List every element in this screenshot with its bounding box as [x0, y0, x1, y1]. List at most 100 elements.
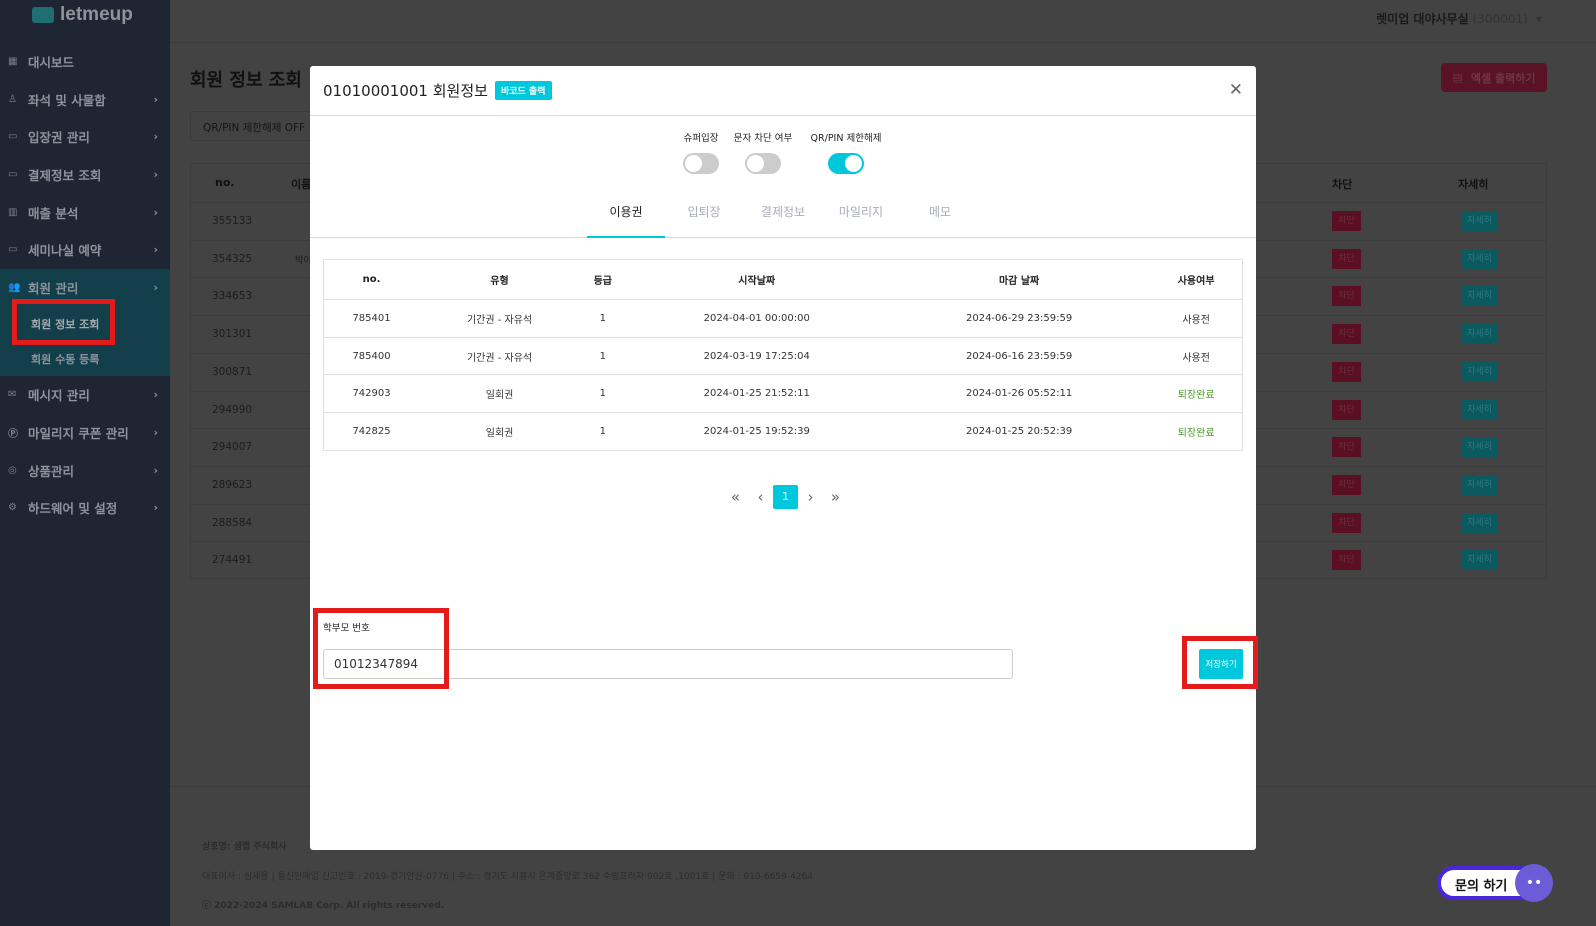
ticket-table: no. 유형 등급 시작날짜 마감 날짜 사용여부 785401 기간권 - 자유석 1 202… [323, 259, 1243, 451]
detail-button[interactable]: 자세히 [1461, 361, 1498, 382]
sidebar-item[interactable]: ✉ 메시지 관리 › [0, 376, 170, 414]
seat-icon: ♙ [8, 93, 17, 105]
block-button[interactable]: 차단 [1332, 437, 1361, 458]
account-name: 렛미업 대야사무실 [1376, 12, 1469, 26]
sidebar-item[interactable]: ▭ 입장권 관리 › [0, 118, 170, 156]
sidebar-item-label: 메시지 관리 [28, 388, 90, 404]
block-button[interactable]: 차단 [1332, 286, 1361, 307]
cell: 2024-01-25 20:52:39 [887, 412, 1151, 451]
tab-mileage[interactable]: 마일리지 [822, 194, 900, 238]
close-icon[interactable]: ✕ [1229, 80, 1243, 100]
detail-button[interactable]: 자세히 [1461, 474, 1498, 495]
sidebar-item[interactable]: ♙ 좌석 및 사물함 › [0, 81, 170, 119]
excel-export-button[interactable]: ▤ 엑셀 출력하기 [1441, 63, 1547, 92]
submenu-item[interactable]: 회원 수동 등록 [0, 341, 170, 376]
grid-icon: ▦ [8, 56, 18, 68]
row-no: 354325 [212, 252, 253, 265]
first-page-icon[interactable]: « [723, 488, 748, 506]
cell: 사용전 [1150, 336, 1243, 375]
tab-tickets[interactable]: 이용권 [587, 194, 665, 238]
cell: 기간권 - 자유석 [419, 336, 581, 375]
account-code: (300001) [1472, 12, 1528, 26]
sidebar-item-label: 좌석 및 사물함 [28, 92, 106, 108]
block-button[interactable]: 차단 [1332, 211, 1361, 231]
row-no: 294007 [212, 441, 253, 454]
detail-button[interactable]: 자세히 [1461, 399, 1498, 420]
block-button[interactable]: 차단 [1332, 512, 1361, 533]
sidebar-item[interactable]: ▭ 세미나실 예약 › [0, 231, 170, 269]
inquiry-chat-button[interactable]: 문의 하기 •• [1437, 864, 1555, 902]
tab-entry-exit[interactable]: 입퇴장 [665, 194, 743, 238]
footer-info: 대표이사 : 심세용 | 통신판매업 신고번호 : 2019-경기안산-0776… [202, 872, 813, 882]
detail-button[interactable]: 자세히 [1461, 248, 1498, 269]
sidebar-item[interactable]: ◎ 상품관리 › [0, 451, 170, 489]
modal-tabs: 이용권 입퇴장 결제정보 마일리지 메모 [310, 194, 1256, 238]
chevron-right-icon: › [153, 501, 158, 515]
chevron-right-icon: › [153, 130, 158, 144]
super-entry-switch[interactable] [683, 153, 719, 174]
detail-button[interactable]: 자세히 [1461, 286, 1498, 307]
barcode-print-button[interactable]: 바코드 출력 [494, 81, 552, 100]
col-header: 유형 [419, 259, 581, 300]
logo[interactable]: letmeup [32, 4, 133, 26]
chat-bubble-icon: •• [1515, 864, 1553, 902]
page-current[interactable]: 1 [773, 485, 798, 509]
block-button[interactable]: 차단 [1332, 474, 1361, 495]
sms-block-switch[interactable] [745, 153, 781, 174]
toggle-sms-block: 문자 차단 여부 [730, 130, 796, 174]
sidebar-item[interactable]: Ⓟ 마일리지 쿠폰 관리 › [0, 414, 170, 452]
cell: 퇴장완료 [1150, 374, 1243, 413]
cell: 2024-01-26 05:52:11 [887, 374, 1151, 413]
block-button[interactable]: 차단 [1332, 550, 1361, 571]
toggle-label: QR/PIN 제한해제 [810, 133, 882, 144]
qr-pin-switch[interactable] [828, 153, 864, 174]
mail-icon: ✉ [8, 389, 17, 401]
col-header: 시작날짜 [625, 259, 888, 300]
block-button[interactable]: 차단 [1332, 324, 1361, 345]
col-detail: 자세히 [1458, 178, 1489, 191]
detail-button[interactable]: 자세히 [1461, 324, 1498, 345]
coin-icon: Ⓟ [8, 429, 18, 441]
col-no: no. [215, 176, 235, 189]
sidebar-item[interactable]: ⚙ 하드웨어 및 설정 › [0, 489, 170, 527]
brand-name: letmeup [60, 4, 133, 25]
sidebar-item-label: 하드웨어 및 설정 [28, 501, 118, 517]
table-row[interactable]: 742825 일회권 1 2024-01-25 19:52:39 2024-01-25 … [323, 412, 1243, 451]
block-button[interactable]: 차단 [1332, 248, 1361, 269]
cell: 기간권 - 자유석 [419, 299, 581, 338]
chevron-right-icon: › [153, 426, 158, 440]
tab-memo[interactable]: 메모 [901, 194, 979, 238]
next-page-icon[interactable]: › [798, 488, 823, 506]
prev-page-icon[interactable]: ‹ [748, 488, 773, 506]
member-info-modal: 01010001001 회원정보 바코드 출력 ✕ 슈퍼입장 문자 차단 여부 … [310, 66, 1256, 850]
chevron-right-icon: › [153, 280, 158, 294]
row-no: 300871 [212, 365, 253, 378]
sidebar-item[interactable]: ▦ 대시보드 [0, 43, 170, 81]
chevron-right-icon: › [153, 205, 158, 219]
last-page-icon[interactable]: » [823, 488, 848, 506]
sidebar-item-label: 마일리지 쿠폰 관리 [28, 426, 129, 442]
block-button[interactable]: 차단 [1332, 361, 1361, 382]
qr-filter-select[interactable]: QR/PIN 제한해제 OFF [190, 111, 330, 141]
col-header: 사용여부 [1150, 259, 1243, 300]
detail-button[interactable]: 자세히 [1461, 211, 1498, 231]
chevron-right-icon: › [153, 243, 158, 257]
table-row[interactable]: 785400 기간권 - 자유석 1 2024-03-19 17:25:04 2024-… [323, 336, 1243, 375]
sidebar-item[interactable]: ▥ 매출 분석 › [0, 193, 170, 231]
row-no: 355133 [212, 215, 253, 227]
sidebar-nav: ▦ 대시보드 ♙ 좌석 및 사물함 › ▭ 입장권 관리 › ▭ 결제정보 조회 › ▥ 매출 분석 › ▭… [0, 43, 170, 527]
detail-button[interactable]: 자세히 [1461, 550, 1498, 571]
row-no: 301301 [212, 328, 253, 341]
detail-button[interactable]: 자세히 [1461, 437, 1498, 458]
table-row[interactable]: 785401 기간권 - 자유석 1 2024-04-01 00:00:00 2024-… [323, 299, 1243, 338]
table-row[interactable]: 742903 일회권 1 2024-01-25 21:52:11 2024-01-26 … [323, 374, 1243, 413]
tab-payment[interactable]: 결제정보 [744, 194, 822, 238]
sidebar-item[interactable]: ▭ 결제정보 조회 › [0, 156, 170, 194]
block-button[interactable]: 차단 [1332, 399, 1361, 420]
highlight-box [12, 299, 115, 345]
sidebar-item-label: 입장권 관리 [28, 130, 90, 146]
row-no: 274491 [212, 554, 253, 567]
cell: 1 [580, 336, 626, 375]
detail-button[interactable]: 자세히 [1461, 512, 1498, 533]
account-selector[interactable]: 렛미업 대야사무실 (300001) ▾ [1376, 10, 1542, 27]
